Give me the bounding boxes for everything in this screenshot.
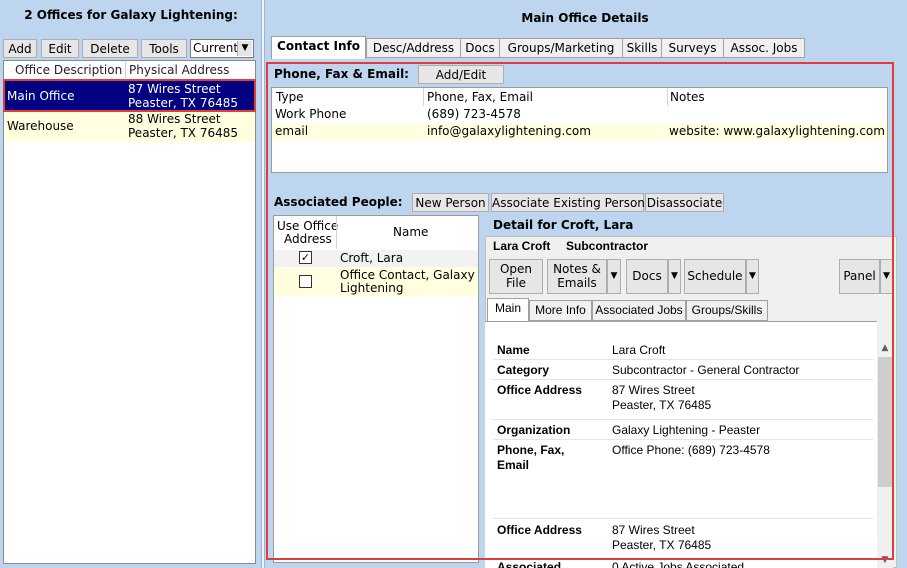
field-phone-value: Office Phone: (689) 723-4578: [612, 443, 770, 457]
detail-title: Detail for Croft, Lara: [493, 218, 634, 232]
phone-type: email: [275, 124, 309, 138]
person-name: Croft, Lara: [340, 251, 404, 265]
phone-value: (689) 723-4578: [427, 107, 521, 121]
field-office-address2-label: Office Address: [497, 523, 582, 537]
add-office-button[interactable]: Add: [3, 39, 37, 58]
person-row[interactable]: ✓ Croft, Lara: [274, 250, 478, 267]
tab-surveys[interactable]: Surveys: [661, 38, 724, 58]
tab-detail-more-info[interactable]: More Info: [529, 300, 592, 321]
tab-groups-marketing[interactable]: Groups/Marketing: [499, 38, 623, 58]
tab-assoc-jobs[interactable]: Assoc. Jobs: [723, 38, 805, 58]
notes-label-1: Notes &: [553, 262, 601, 276]
field-organization-value: Galaxy Lightening - Peaster: [612, 423, 761, 437]
field-organization-label: Organization: [497, 423, 571, 437]
col-office-description[interactable]: Office Description: [15, 63, 122, 77]
phone-section-label: Phone, Fax & Email:: [274, 67, 409, 81]
open-file-label-2: File: [505, 276, 527, 290]
open-file-button[interactable]: Open File: [489, 259, 543, 294]
office-address-line1: 88 Wires Street: [128, 112, 221, 126]
field-associated-value: 0 Active Jobs Associated: [612, 560, 745, 568]
office-filter-select[interactable]: Current ▼: [190, 39, 254, 58]
phone-value: info@galaxylightening.com: [427, 124, 591, 138]
field-category-label: Category: [497, 363, 550, 377]
tab-detail-main[interactable]: Main: [487, 298, 529, 322]
office-address-line1: 87 Wires Street: [128, 82, 221, 96]
field-office-address-line1: 87 Wires Street: [612, 383, 695, 397]
office-row-main[interactable]: Main Office 87 Wires Street Peaster, TX …: [5, 81, 255, 112]
phone-notes: website: www.galaxylightening.com: [669, 124, 885, 138]
phone-grid: Type Phone, Fax, Email Notes Work Phone …: [271, 87, 888, 173]
office-details-title: Main Office Details: [521, 11, 649, 25]
office-name: Main Office: [7, 89, 75, 103]
docs-dropdown-chevron-icon[interactable]: ▼: [668, 259, 681, 294]
detail-person-role: Subcontractor: [566, 239, 649, 253]
field-phone-label-2: Email: [497, 458, 530, 472]
tab-detail-associated-jobs[interactable]: Associated Jobs: [592, 300, 686, 321]
col-type[interactable]: Type: [276, 90, 304, 104]
field-office-address2-line2: Peaster, TX 76485: [612, 538, 712, 552]
new-person-button[interactable]: New Person: [412, 193, 489, 212]
phone-row[interactable]: email info@galaxylightening.com website:…: [272, 123, 887, 140]
tab-desc-address[interactable]: Desc/Address: [366, 38, 461, 58]
field-office-address-label: Office Address: [497, 383, 582, 397]
office-address-line2: Peaster, TX 76485: [128, 96, 238, 110]
schedule-dropdown-chevron-icon[interactable]: ▼: [746, 259, 759, 294]
use-office-address-checkbox[interactable]: ✓: [299, 251, 312, 264]
field-name-label: Name: [497, 343, 530, 357]
tab-detail-groups-skills[interactable]: Groups/Skills: [686, 300, 768, 321]
associate-existing-person-button[interactable]: Associate Existing Person: [491, 193, 645, 212]
field-office-address-line2: Peaster, TX 76485: [612, 398, 712, 412]
notes-emails-button[interactable]: Notes & Emails: [547, 259, 607, 294]
panel-button[interactable]: Panel: [839, 259, 880, 294]
panel-dropdown-chevron-icon[interactable]: ▼: [880, 259, 893, 294]
tab-docs[interactable]: Docs: [460, 38, 500, 58]
office-address-line2: Peaster, TX 76485: [128, 126, 238, 140]
field-associated-label: Associated: [497, 560, 562, 568]
field-category-value: Subcontractor - General Contractor: [612, 363, 800, 377]
phone-type: Work Phone: [275, 107, 347, 121]
office-filter-value: Current: [193, 41, 239, 55]
panel-splitter[interactable]: [261, 0, 265, 568]
tools-button[interactable]: Tools: [141, 39, 187, 58]
disassociate-button[interactable]: Disassociate: [645, 193, 724, 212]
use-office-address-checkbox[interactable]: [299, 275, 312, 288]
field-name-value: Lara Croft: [612, 343, 666, 357]
associated-people-label: Associated People:: [274, 195, 403, 209]
col-use-office-line2[interactable]: Address: [284, 232, 332, 246]
add-edit-phone-button[interactable]: Add/Edit: [418, 65, 504, 84]
col-use-office-line1[interactable]: Use Office: [277, 219, 338, 233]
docs-button[interactable]: Docs: [626, 259, 668, 294]
col-physical-address[interactable]: Physical Address: [129, 63, 229, 77]
office-row-warehouse[interactable]: Warehouse 88 Wires Street Peaster, TX 76…: [5, 111, 255, 142]
notes-dropdown-chevron-icon[interactable]: ▼: [607, 259, 621, 294]
tab-contact-info[interactable]: Contact Info: [271, 36, 366, 59]
scrollbar-thumb[interactable]: [878, 357, 892, 487]
phone-row[interactable]: Work Phone (689) 723-4578: [272, 106, 887, 123]
col-phone-fax-email[interactable]: Phone, Fax, Email: [427, 90, 533, 104]
detail-scrollbar[interactable]: ▲ ▼: [877, 340, 893, 568]
detail-person-name: Lara Croft: [493, 239, 551, 253]
scroll-down-icon[interactable]: ▼: [877, 552, 893, 568]
person-name-line1: Office Contact, Galaxy: [340, 268, 475, 282]
person-name-line2: Lightening: [340, 281, 404, 295]
notes-label-2: Emails: [557, 276, 597, 290]
scroll-up-icon[interactable]: ▲: [877, 340, 893, 356]
tab-skills[interactable]: Skills: [622, 38, 662, 58]
chevron-down-icon[interactable]: ▼: [237, 41, 252, 56]
delete-office-button[interactable]: Delete: [82, 39, 138, 58]
open-file-label-1: Open: [499, 262, 533, 276]
schedule-button[interactable]: Schedule: [684, 259, 746, 294]
offices-list: Office Description Physical Address Main…: [3, 60, 256, 564]
field-phone-label-1: Phone, Fax,: [497, 443, 565, 457]
person-row[interactable]: Office Contact, Galaxy Lightening: [274, 267, 478, 297]
office-name: Warehouse: [7, 119, 74, 133]
detail-main-content: Name Lara Croft Category Subcontractor -…: [485, 321, 877, 568]
edit-office-button[interactable]: Edit: [41, 39, 79, 58]
people-list: Use Office Address Name ✓ Croft, Lara Of…: [273, 215, 479, 563]
col-notes[interactable]: Notes: [670, 90, 705, 104]
offices-title: 2 Offices for Galaxy Lightening:: [24, 8, 238, 22]
col-person-name[interactable]: Name: [393, 225, 428, 239]
field-office-address2-line1: 87 Wires Street: [612, 523, 695, 537]
